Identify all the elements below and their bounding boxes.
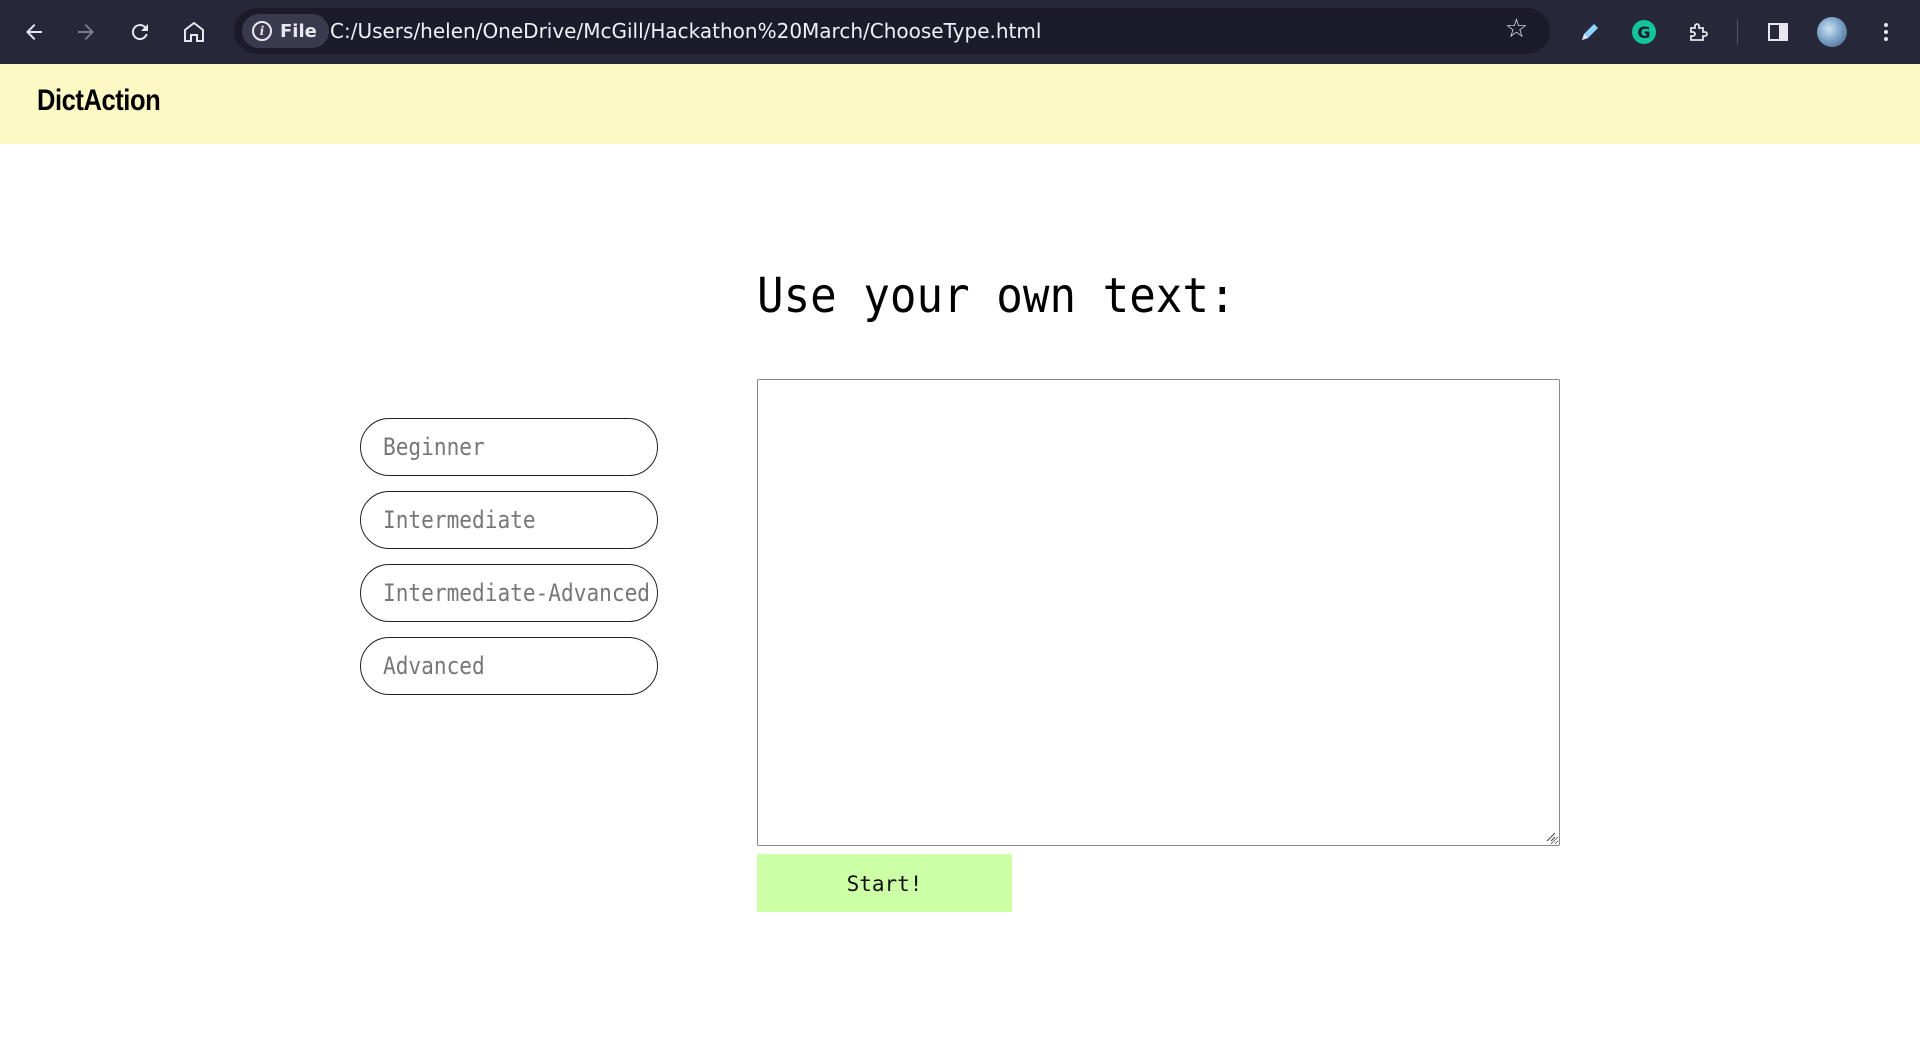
back-arrow-icon[interactable] — [12, 10, 56, 54]
avatar[interactable] — [1810, 10, 1854, 54]
side-panel-icon[interactable] — [1756, 10, 1800, 54]
kebab-menu-icon[interactable] — [1864, 10, 1908, 54]
level-button-label: Intermediate-Advanced — [383, 578, 651, 607]
toolbar-divider — [1737, 20, 1738, 44]
brand-logo[interactable]: DictAction — [37, 84, 161, 118]
url-text[interactable]: C:/Users/helen/OneDrive/McGill/Hackathon… — [330, 19, 1041, 43]
info-icon: i — [252, 21, 272, 41]
address-bar[interactable]: i File C:/Users/helen/OneDrive/McGill/Ha… — [234, 8, 1550, 54]
site-info-chip[interactable]: i File — [242, 14, 329, 48]
level-button-advanced[interactable]: Advanced — [360, 637, 658, 695]
level-button-label: Beginner — [383, 432, 485, 461]
reload-icon[interactable] — [118, 10, 162, 54]
level-button-beginner[interactable]: Beginner — [360, 418, 658, 476]
browser-toolbar: i File C:/Users/helen/OneDrive/McGill/Ha… — [0, 0, 1920, 64]
home-icon[interactable] — [172, 10, 216, 54]
forward-arrow-icon[interactable] — [64, 10, 108, 54]
level-button-intermediate-advanced[interactable]: Intermediate-Advanced — [360, 564, 658, 622]
level-button-intermediate[interactable]: Intermediate — [360, 491, 658, 549]
level-button-label: Intermediate — [383, 505, 536, 534]
page-title: Use your own text: — [757, 268, 1236, 324]
star-icon[interactable]: ☆ — [1505, 14, 1528, 44]
level-button-label: Advanced — [383, 651, 485, 680]
pen-icon[interactable] — [1568, 10, 1612, 54]
app-header: DictAction — [0, 64, 1920, 144]
own-text-textarea[interactable] — [757, 379, 1560, 846]
resize-grip-icon[interactable] — [1544, 830, 1556, 842]
puzzle-icon[interactable] — [1676, 10, 1720, 54]
grammarly-icon[interactable]: G — [1622, 10, 1666, 54]
start-button[interactable]: Start! — [757, 854, 1012, 912]
site-chip-label: File — [280, 20, 317, 42]
